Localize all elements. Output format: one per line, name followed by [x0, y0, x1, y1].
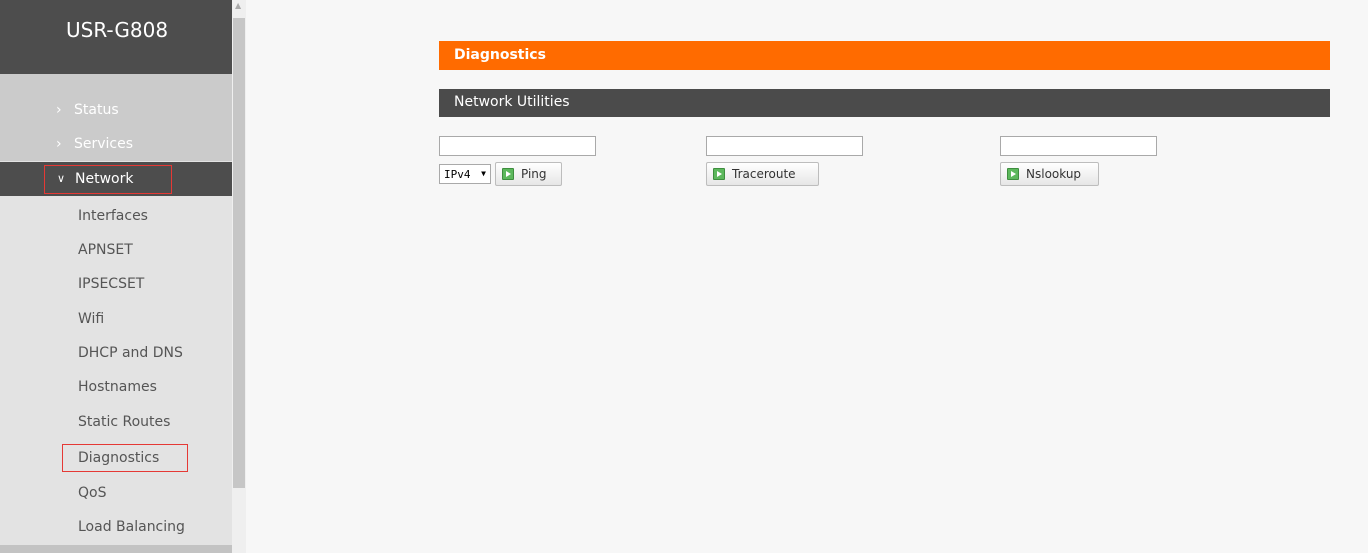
scrollbar-thumb[interactable] — [233, 18, 245, 488]
submenu-item-ipsecset[interactable]: IPSECSET — [0, 267, 232, 301]
submenu-item-hostnames[interactable]: Hostnames — [0, 370, 232, 404]
submenu-item-label: Static Routes — [78, 414, 171, 430]
section-header: Network Utilities — [439, 89, 1330, 117]
submenu-item-wifi[interactable]: Wifi — [0, 302, 232, 336]
traceroute-host-input[interactable] — [706, 136, 863, 156]
chevron-right-icon: › — [56, 102, 62, 118]
submenu-item-interfaces[interactable]: Interfaces — [0, 199, 232, 233]
submenu-item-label: DHCP and DNS — [78, 345, 183, 361]
submenu-item-label: Interfaces — [78, 208, 148, 224]
protocol-select-value: IPv4 — [444, 168, 471, 181]
submenu-item-label: IPSECSET — [78, 276, 145, 292]
apply-icon — [713, 168, 725, 180]
sidebar-spacer — [0, 74, 232, 93]
apply-icon — [1007, 168, 1019, 180]
nslookup-host-input[interactable] — [1000, 136, 1157, 156]
submenu-item-qos[interactable]: QoS — [0, 476, 232, 510]
submenu-item-load-balancing[interactable]: Load Balancing — [0, 510, 232, 544]
submenu-item-label: Load Balancing — [78, 519, 185, 535]
menu-item-label: Services — [74, 136, 134, 152]
submenu-item-dhcp-dns[interactable]: DHCP and DNS — [0, 336, 232, 370]
submenu-item-static-routes[interactable]: Static Routes — [0, 405, 232, 439]
menu-item-services[interactable]: › Services — [0, 127, 232, 161]
nslookup-button-label: Nslookup — [1026, 167, 1082, 181]
sidebar: USR-G808 › Status › Services ∨ Network I… — [0, 0, 232, 553]
submenu-item-label: Hostnames — [78, 379, 157, 395]
menu-item-label: Status — [74, 102, 119, 118]
submenu-item-label: Wifi — [78, 311, 105, 327]
traceroute-button[interactable]: Traceroute — [706, 162, 819, 186]
dropdown-arrow-icon: ▼ — [481, 169, 486, 178]
sidebar-bottom-edge — [0, 545, 232, 553]
page-title: Diagnostics — [454, 47, 546, 63]
ping-host-input[interactable] — [439, 136, 596, 156]
ping-button[interactable]: Ping — [495, 162, 562, 186]
submenu-item-label: QoS — [78, 485, 107, 501]
diagnostics-highlight-box — [62, 444, 188, 472]
traceroute-button-label: Traceroute — [732, 167, 796, 181]
ping-button-label: Ping — [521, 167, 547, 181]
nslookup-button[interactable]: Nslookup — [1000, 162, 1099, 186]
protocol-select[interactable]: IPv4 ▼ — [439, 164, 491, 184]
network-highlight-box — [44, 165, 172, 194]
page-title-bar: Diagnostics — [439, 41, 1330, 70]
section-title: Network Utilities — [454, 94, 570, 110]
brand-label: USR-G808 — [66, 18, 169, 42]
chevron-right-icon: › — [56, 136, 62, 152]
apply-icon — [502, 168, 514, 180]
scroll-up-arrow-icon[interactable]: ▲ — [235, 2, 241, 10]
brand-title: USR-G808 — [0, 0, 232, 74]
menu-item-status[interactable]: › Status — [0, 93, 232, 127]
submenu-item-apnset[interactable]: APNSET — [0, 233, 232, 267]
submenu-item-label: APNSET — [78, 242, 133, 258]
